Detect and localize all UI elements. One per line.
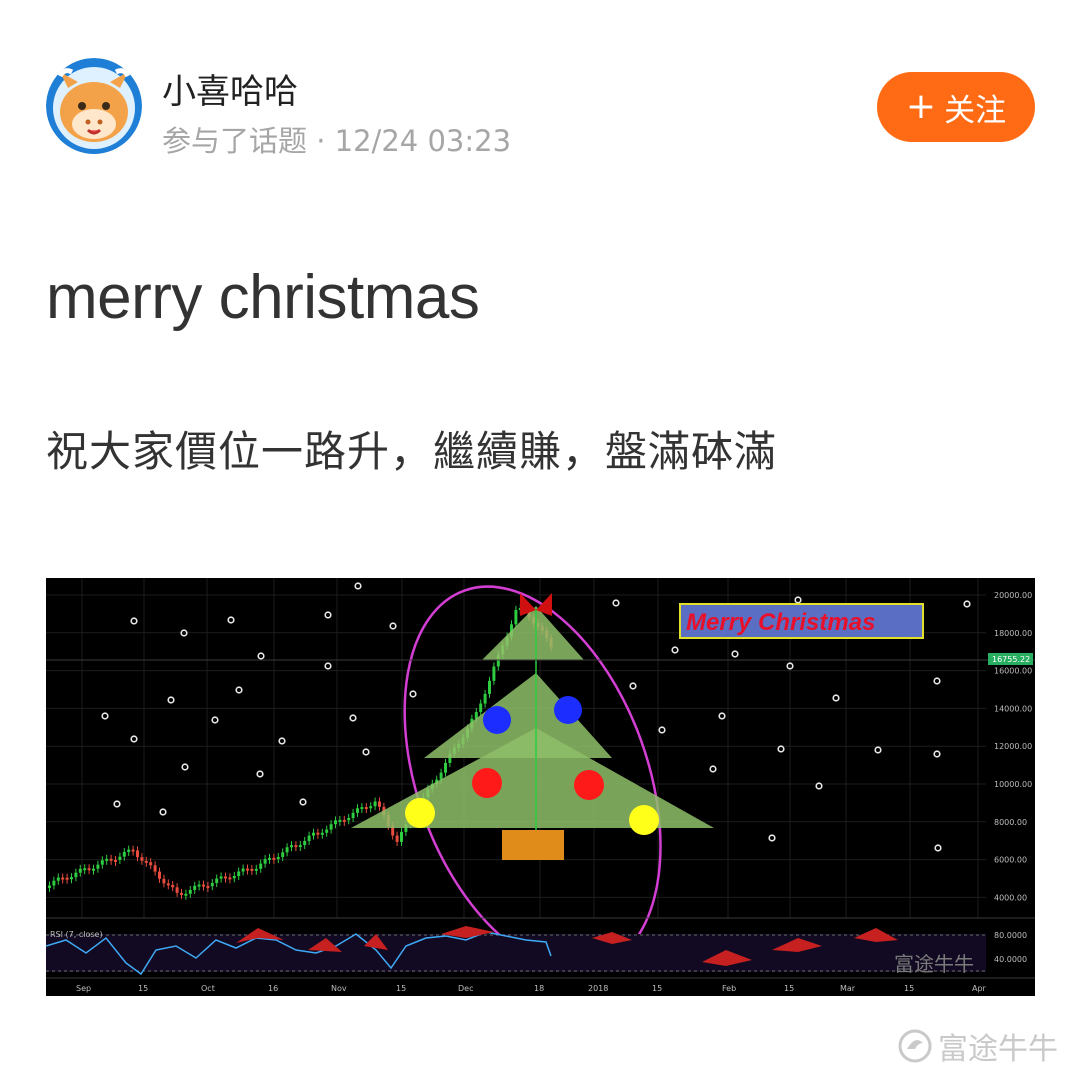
plus-icon: +	[905, 86, 937, 127]
avatar[interactable]	[46, 58, 142, 154]
follow-label: 关注	[944, 92, 1007, 129]
price-tick: 4000.00	[994, 893, 1027, 902]
x-tick: Feb	[722, 984, 736, 993]
x-tick: 15	[652, 984, 662, 993]
price-tick: 12000.00	[994, 742, 1032, 751]
price-tick: 20000.00	[994, 591, 1032, 600]
price-tick: 14000.00	[994, 704, 1032, 713]
post-image[interactable]: 20000.00 18000.00 16000.00 14000.00 12000.00…	[46, 578, 1035, 996]
author-name[interactable]: 小喜哈哈	[162, 64, 298, 113]
price-tick: 8000.00	[994, 818, 1027, 827]
x-tick: 2018	[588, 984, 608, 993]
post-body-text: 祝大家價位一路升，繼續賺，盤滿砵滿	[46, 427, 778, 476]
app-watermark: 富途牛牛	[898, 1024, 1058, 1068]
x-tick: 15	[904, 984, 914, 993]
x-tick: Apr	[972, 984, 987, 993]
x-tick: 16	[268, 984, 278, 993]
watermark-text: 富途牛牛	[938, 1032, 1058, 1067]
post-meta: 参与了话题 · 12/24 03:23	[162, 124, 512, 158]
price-tick: 18000.00	[994, 629, 1032, 638]
futu-logo-icon	[898, 1029, 932, 1063]
rsi-tick: 80.0000	[994, 931, 1027, 940]
post-title: merry christmas	[46, 263, 480, 332]
x-tick: Nov	[331, 984, 347, 993]
x-tick: 15	[784, 984, 794, 993]
x-tick: 15	[396, 984, 406, 993]
x-tick: Sep	[76, 984, 91, 993]
chart-watermark: 富途牛牛	[894, 952, 974, 976]
follow-button[interactable]: + 关注	[877, 72, 1035, 142]
banner-text: Merry Christmas	[686, 609, 875, 636]
x-tick: 15	[138, 984, 148, 993]
price-tick: 16000.00	[994, 667, 1032, 676]
rsi-tick: 40.0000	[994, 955, 1027, 964]
price-tick: 6000.00	[994, 856, 1027, 865]
x-tick: Oct	[201, 984, 215, 993]
x-tick: Dec	[458, 984, 473, 993]
x-tick: Mar	[840, 984, 856, 993]
rsi-label: RSI (7, close)	[50, 930, 103, 939]
current-price-label: 16755.22	[992, 655, 1030, 664]
price-tick: 10000.00	[994, 780, 1032, 789]
x-tick: 18	[534, 984, 544, 993]
